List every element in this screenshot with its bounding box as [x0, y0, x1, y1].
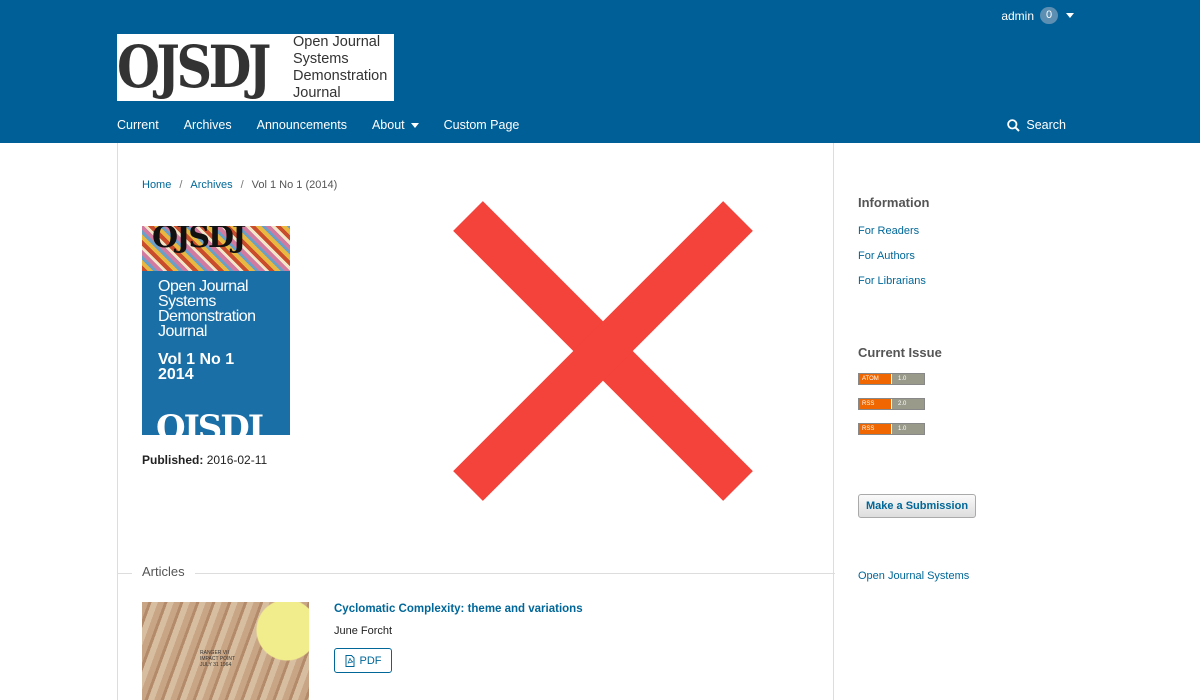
sidebar-link-for-readers[interactable]: For Readers [858, 225, 919, 237]
cover-journal-title: Open Journal Systems Demonstration Journ… [158, 278, 256, 340]
notification-badge[interactable]: 0 [1040, 7, 1058, 24]
make-submission-button[interactable]: Make a Submission [858, 494, 976, 518]
feed-type: RSS [859, 424, 892, 434]
cover-issue-label: Vol 1 No 1 2014 [158, 351, 235, 383]
logo-mark: OJSDJ [117, 34, 271, 101]
nav-current[interactable]: Current [117, 118, 159, 132]
pdf-icon [345, 654, 354, 667]
sidebar-link-for-librarians[interactable]: For Librarians [858, 275, 926, 287]
search-label: Search [1026, 118, 1066, 132]
search-link[interactable]: Search [1007, 118, 1066, 132]
user-menu[interactable]: admin 0 [1001, 7, 1074, 24]
nav-announcements[interactable]: Announcements [257, 118, 347, 132]
breadcrumb-separator: / [179, 179, 183, 191]
rss1-feed-badge[interactable]: RSS 1.0 [858, 423, 925, 435]
published-date: Published: 2016-02-11 [142, 453, 267, 467]
chevron-down-icon [410, 122, 419, 128]
username[interactable]: admin [1001, 9, 1034, 23]
article-author: June Forcht [334, 625, 393, 637]
nav-archives[interactable]: Archives [184, 118, 232, 132]
section-heading-articles: Articles [132, 564, 195, 579]
section-divider [118, 573, 835, 574]
nav-about[interactable]: About [372, 118, 419, 132]
breadcrumb-archives[interactable]: Archives [190, 179, 232, 191]
atom-feed-badge[interactable]: ATOM 1.0 [858, 373, 925, 385]
ojs-link[interactable]: Open Journal Systems [858, 570, 969, 582]
breadcrumb-home[interactable]: Home [142, 179, 171, 191]
pdf-label: PDF [359, 654, 382, 667]
thumbnail-caption: RANGER VII IMPACT POINT JULY 31 1964 [200, 650, 236, 668]
cover-top-text: OJSDJ [152, 226, 246, 255]
rss2-feed-badge[interactable]: RSS 2.0 [858, 398, 925, 410]
search-icon [1007, 118, 1021, 132]
breadcrumb-separator: / [240, 179, 244, 191]
breadcrumb: Home / Archives / Vol 1 No 1 (2014) [142, 179, 337, 191]
sidebar-heading-information: Information [858, 195, 930, 210]
issue-cover-image: OJSDJ Open Journal Systems Demonstration… [142, 226, 290, 435]
breadcrumb-current: Vol 1 No 1 (2014) [251, 179, 338, 191]
feed-type: RSS [859, 399, 892, 409]
article-thumbnail[interactable]: RANGER VII IMPACT POINT JULY 31 1964 [142, 602, 309, 700]
site-header: admin 0 OJSDJ Open Journal Systems Demon… [0, 0, 1200, 143]
cover-bottom-text: OJSDJ [156, 408, 264, 435]
main-content: Home / Archives / Vol 1 No 1 (2014) OJSD… [117, 143, 835, 700]
logo-words: Open Journal Systems Demonstration Journ… [293, 34, 388, 101]
pdf-galley-button[interactable]: PDF [334, 648, 392, 673]
feed-version: 1.0 [898, 426, 907, 432]
nav-about-label: About [371, 118, 405, 132]
article-title-link[interactable]: Cyclomatic Complexity: theme and variati… [334, 603, 583, 615]
published-value: 2016-02-11 [206, 453, 268, 467]
sidebar-heading-current-issue: Current Issue [858, 345, 942, 360]
feed-version: 1.0 [898, 376, 907, 382]
nav-custom-page[interactable]: Custom Page [444, 118, 520, 132]
sidebar-link-for-authors[interactable]: For Authors [858, 250, 915, 262]
primary-nav: Current Archives Announcements About Cus… [117, 118, 544, 132]
feed-version: 2.0 [898, 401, 907, 407]
feed-type: ATOM [859, 374, 892, 384]
close-x-icon [453, 201, 753, 501]
published-label: Published: [142, 453, 204, 467]
site-logo[interactable]: OJSDJ Open Journal Systems Demonstration… [117, 34, 394, 101]
chevron-down-icon[interactable] [1066, 13, 1074, 18]
